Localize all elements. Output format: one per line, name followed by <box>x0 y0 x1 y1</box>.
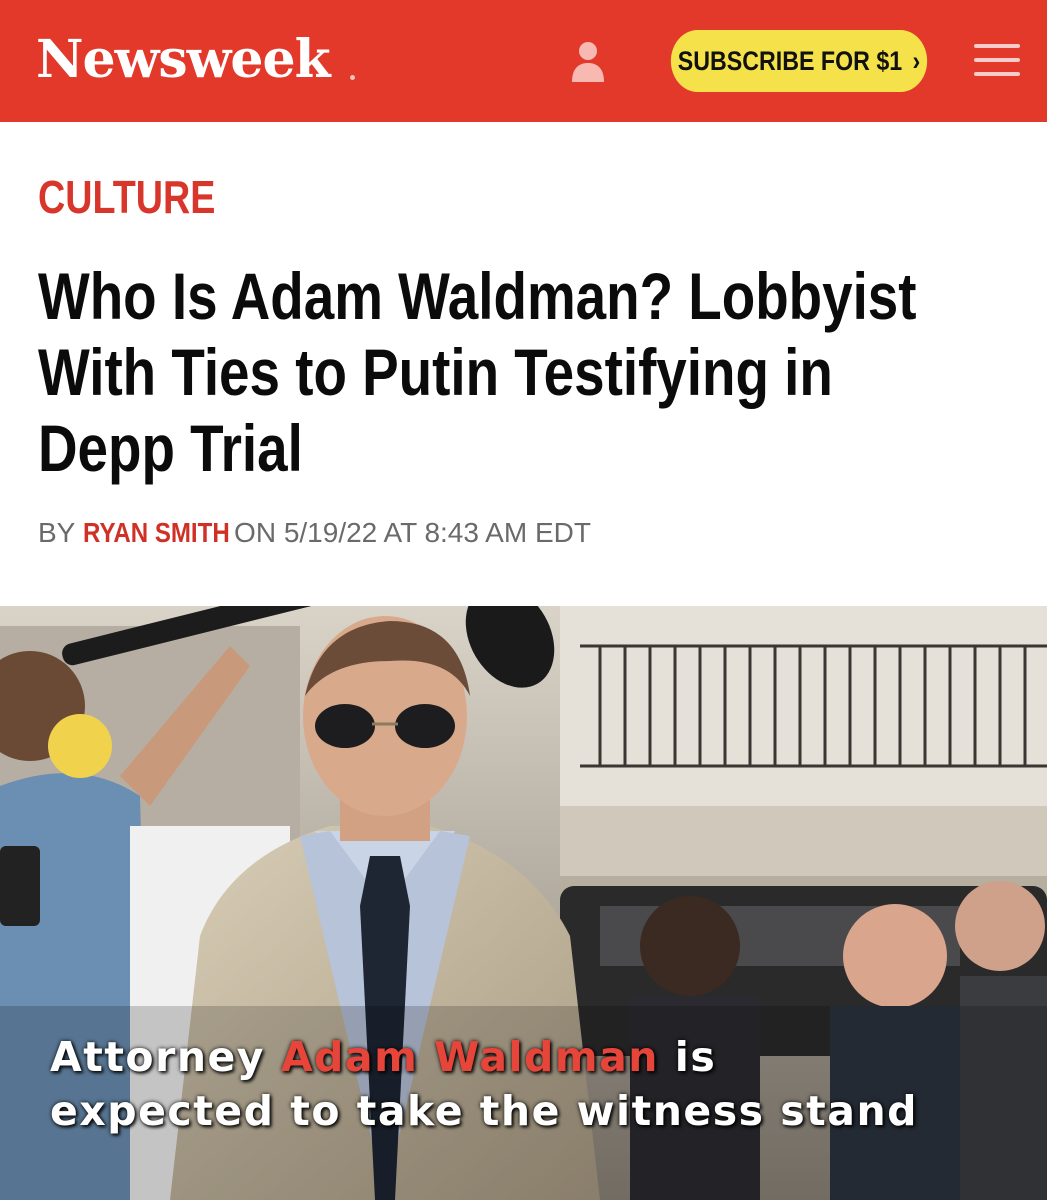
subscribe-label: SUBSCRIBE FOR $1 <box>677 45 903 76</box>
caption-word-2: is <box>674 1033 717 1081</box>
logo-registered-mark <box>350 75 355 80</box>
caption-word-1: Attorney <box>50 1033 266 1081</box>
hamburger-menu-icon[interactable] <box>974 44 1022 78</box>
subscribe-button[interactable]: SUBSCRIBE FOR $1 › <box>670 30 928 92</box>
hero-image[interactable]: Attorney Adam Waldman is expected to tak… <box>0 606 1047 1200</box>
byline: BY RYAN SMITH ON 5/19/22 AT 8:43 AM EDT <box>38 515 591 551</box>
chevron-right-icon: › <box>912 45 921 76</box>
caption-highlighted-name: Adam Waldman <box>280 1033 659 1081</box>
headline-line-1: Who Is Adam Waldman? Lobbyist <box>38 259 917 333</box>
user-icon[interactable] <box>568 40 608 82</box>
headline-line-2: With Ties to Putin Testifying in <box>38 335 833 409</box>
newsweek-logo[interactable]: Newsweek <box>36 30 331 90</box>
byline-prefix: BY <box>38 517 75 548</box>
site-header: Newsweek SUBSCRIBE FOR $1 › <box>0 0 1047 122</box>
byline-date: ON 5/19/22 AT 8:43 AM EDT <box>234 517 591 548</box>
video-caption: Attorney Adam Waldman is expected to tak… <box>50 1030 918 1138</box>
caption-line-1: Attorney Adam Waldman is <box>50 1030 918 1084</box>
article-headline: Who Is Adam Waldman? Lobbyist With Ties … <box>38 258 1017 486</box>
category-label[interactable]: CULTURE <box>38 170 215 224</box>
author-link[interactable]: RYAN SMITH <box>83 515 230 551</box>
headline-line-3: Depp Trial <box>38 411 303 485</box>
caption-line-2: expected to take the witness stand <box>50 1087 918 1135</box>
